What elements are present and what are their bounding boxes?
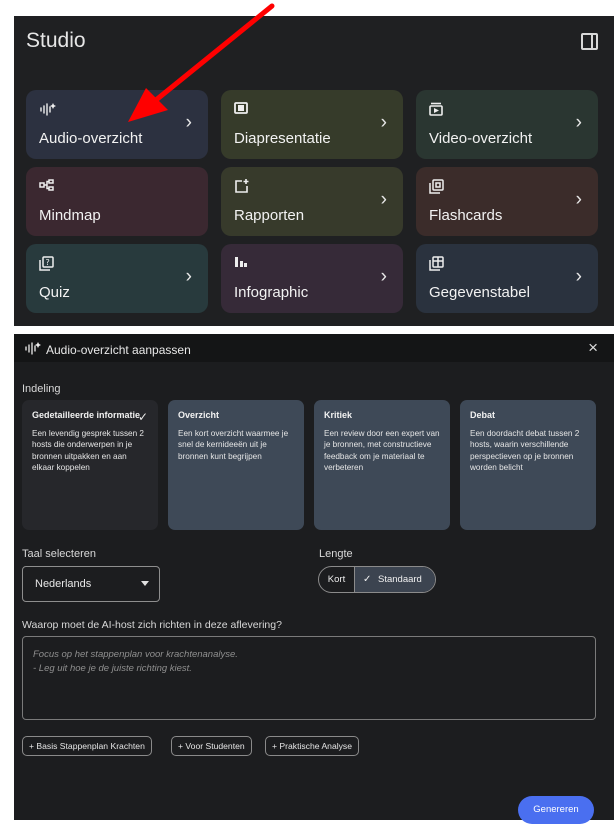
- audio-overview-dialog: Audio-overzicht aanpassen × Indeling Ged…: [14, 334, 614, 824]
- close-icon[interactable]: ×: [588, 338, 598, 358]
- format-description: Een review door een expert van je bronne…: [324, 429, 440, 472]
- format-title: Gedetailleerde informatie: [32, 410, 141, 420]
- language-label: Taal selecteren: [22, 548, 96, 560]
- audio-waveform-icon: [24, 341, 42, 360]
- focus-placeholder-line: Focus op het stappenplan voor krachtenan…: [33, 649, 238, 660]
- format-card-detailed[interactable]: Gedetailleerde informatie Een levendig g…: [22, 400, 158, 530]
- focus-label: Waarop moet de AI-host zich richten in d…: [22, 619, 282, 631]
- format-description: Een levendig gesprek tussen 2 hosts die …: [32, 429, 144, 472]
- format-description: Een doordacht debat tussen 2 hosts, waar…: [470, 429, 580, 472]
- length-toggle: Kort ✓ Standaard: [318, 566, 436, 593]
- format-label: Indeling: [22, 383, 61, 395]
- suggestion-chip[interactable]: + Voor Studenten: [171, 736, 252, 756]
- language-value: Nederlands: [35, 578, 92, 590]
- length-label: Lengte: [319, 548, 353, 560]
- dialog-title: Audio-overzicht aanpassen: [46, 343, 191, 357]
- check-icon: ✓: [363, 574, 372, 585]
- format-card-overview[interactable]: Overzicht Een kort overzicht waarmee je …: [168, 400, 304, 530]
- check-icon: ✓: [137, 410, 148, 424]
- format-title: Overzicht: [178, 410, 220, 420]
- length-option-label: Standaard: [378, 574, 422, 585]
- focus-placeholder-line: - Leg uit hoe je de juiste richting kies…: [33, 663, 192, 674]
- focus-textarea[interactable]: Focus op het stappenplan voor krachtenan…: [22, 636, 596, 720]
- language-select[interactable]: Nederlands: [22, 566, 160, 602]
- format-card-debate[interactable]: Debat Een doordacht debat tussen 2 hosts…: [460, 400, 596, 530]
- caret-down-icon: [141, 581, 149, 586]
- suggestion-chip[interactable]: + Praktische Analyse: [265, 736, 360, 756]
- annotation-arrow: [128, 3, 275, 122]
- format-title: Debat: [470, 410, 496, 420]
- length-option-standaard[interactable]: ✓ Standaard: [355, 567, 435, 592]
- suggestion-chip[interactable]: + Basis Stappenplan Krachten: [22, 736, 152, 756]
- format-title: Kritiek: [324, 410, 353, 420]
- format-card-critique[interactable]: Kritiek Een review door een expert van j…: [314, 400, 450, 530]
- format-description: Een kort overzicht waarmee je snel de ke…: [178, 429, 289, 461]
- length-option-kort[interactable]: Kort: [319, 567, 355, 592]
